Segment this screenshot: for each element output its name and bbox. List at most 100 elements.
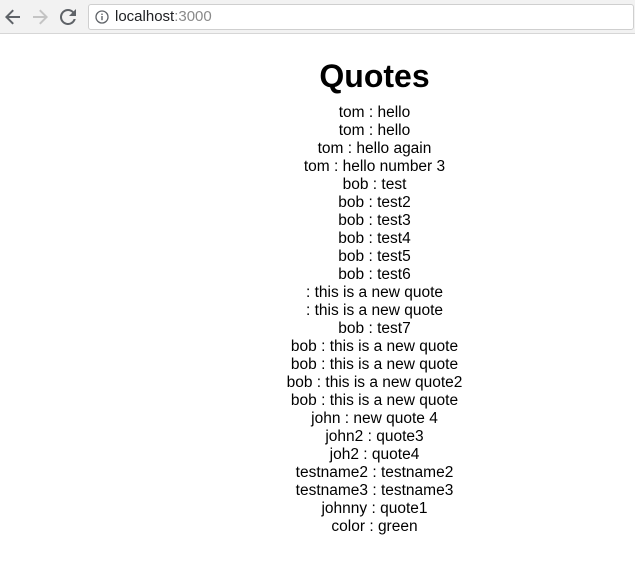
- quote-text: this is a new quote2: [325, 374, 463, 391]
- quote-text: hello number 3: [342, 158, 446, 175]
- quote-item: : this is a new quote: [114, 302, 635, 320]
- quote-item: bob : test7: [114, 320, 635, 338]
- quote-author: bob: [290, 392, 317, 409]
- reload-icon: [60, 9, 76, 25]
- quote-author: bob: [290, 338, 317, 355]
- quote-item: bob : test: [114, 176, 635, 194]
- quote-author: john2: [325, 428, 364, 445]
- quote-separator: :: [316, 392, 330, 409]
- quote-author: john: [311, 410, 341, 427]
- quote-separator: :: [368, 176, 382, 193]
- quote-item: tom : hello: [114, 122, 635, 140]
- quote-text: test6: [377, 266, 411, 283]
- quote-author: bob: [290, 356, 317, 373]
- quote-author: bob: [338, 320, 365, 337]
- quote-list: tom : hello tom : hello tom : hello again t…: [0, 104, 635, 536]
- quote-separator: :: [368, 482, 381, 499]
- quote-text: green: [377, 518, 418, 535]
- quote-item: testname3 : testname3: [114, 482, 635, 500]
- quote-author: joh2: [329, 446, 359, 463]
- quote-text: this is a new quote: [329, 338, 459, 355]
- url-host: localhost: [115, 8, 175, 25]
- page-title: Quotes: [319, 58, 430, 94]
- quote-author: bob: [342, 176, 369, 193]
- quote-separator: :: [364, 248, 378, 265]
- quote-separator: :: [364, 104, 378, 121]
- quote-separator: :: [364, 194, 378, 211]
- quote-text: hello: [377, 104, 411, 121]
- quote-item: bob : this is a new quote: [114, 338, 635, 356]
- quote-text: hello again: [356, 140, 432, 157]
- quote-separator: :: [367, 500, 381, 517]
- quote-separator: :: [368, 464, 381, 481]
- quote-author: testname2: [295, 464, 369, 481]
- url-text[interactable]: localhost:3000: [115, 8, 212, 26]
- forward-button[interactable]: [29, 6, 51, 28]
- quote-text: quote1: [380, 500, 428, 517]
- quote-author: bob: [338, 266, 365, 283]
- quote-author: bob: [338, 212, 365, 229]
- url-port: :3000: [174, 8, 212, 25]
- quote-text: quote4: [371, 446, 420, 463]
- quote-author: bob: [338, 248, 365, 265]
- quote-author: tom: [338, 104, 365, 121]
- quote-author: tom: [303, 158, 330, 175]
- quote-separator: :: [316, 356, 330, 373]
- browser-toolbar: localhost:3000: [0, 0, 635, 34]
- arrow-right-icon: [33, 9, 48, 25]
- info-icon[interactable]: [95, 10, 109, 24]
- quote-item: color : green: [114, 518, 635, 536]
- quote-separator: :: [364, 212, 378, 229]
- address-bar[interactable]: localhost:3000: [88, 4, 634, 30]
- quote-separator: :: [364, 266, 378, 283]
- quote-separator: :: [358, 446, 372, 463]
- quote-text: testname2: [380, 464, 454, 481]
- quote-author: testname3: [295, 482, 369, 499]
- reload-button[interactable]: [57, 6, 79, 28]
- quote-text: hello: [377, 122, 411, 139]
- quote-separator: :: [312, 374, 326, 391]
- quote-text: test2: [377, 194, 411, 211]
- quote-separator: :: [316, 338, 330, 355]
- quote-item: johnny : quote1: [114, 500, 635, 518]
- quote-text: test5: [377, 248, 411, 265]
- quote-text: test4: [377, 230, 411, 247]
- quote-item: bob : this is a new quote: [114, 392, 635, 410]
- quote-item: bob : this is a new quote: [114, 356, 635, 374]
- quote-text: this is a new quote: [314, 302, 443, 319]
- quote-item: john : new quote 4: [114, 410, 635, 428]
- quote-item: : this is a new quote: [114, 284, 635, 302]
- quote-item: testname2 : testname2: [114, 464, 635, 482]
- quote-text: test: [381, 176, 407, 193]
- quote-author: bob: [338, 194, 365, 211]
- quote-text: quote3: [376, 428, 424, 445]
- quote-separator: :: [343, 140, 357, 157]
- quote-separator: :: [329, 158, 343, 175]
- quote-item: bob : test4: [114, 230, 635, 248]
- quote-text: this is a new quote: [329, 392, 459, 409]
- quote-text: this is a new quote: [314, 284, 443, 301]
- page-content: Quotes tom : hello tom : hello tom : hello…: [0, 34, 635, 536]
- quote-item: tom : hello: [114, 104, 635, 122]
- quote-text: test3: [377, 212, 411, 229]
- quote-text: testname3: [380, 482, 454, 499]
- quote-item: john2 : quote3: [114, 428, 635, 446]
- quote-author: tom: [317, 140, 344, 157]
- quote-separator: :: [365, 518, 378, 535]
- quote-separator: :: [305, 284, 315, 301]
- quote-author: color: [331, 518, 366, 535]
- quote-item: bob : test3: [114, 212, 635, 230]
- quote-item: bob : test2: [114, 194, 635, 212]
- quote-item: tom : hello number 3: [114, 158, 635, 176]
- quote-author: tom: [338, 122, 365, 139]
- arrow-left-icon: [5, 9, 20, 25]
- quote-separator: :: [363, 428, 377, 445]
- quote-item: bob : test6: [114, 266, 635, 284]
- quote-item: bob : test5: [114, 248, 635, 266]
- quote-separator: :: [340, 410, 354, 427]
- quote-text: this is a new quote: [329, 356, 459, 373]
- quote-item: tom : hello again: [114, 140, 635, 158]
- quote-separator: :: [364, 230, 378, 247]
- quote-separator: :: [305, 302, 315, 319]
- back-button[interactable]: [2, 6, 24, 28]
